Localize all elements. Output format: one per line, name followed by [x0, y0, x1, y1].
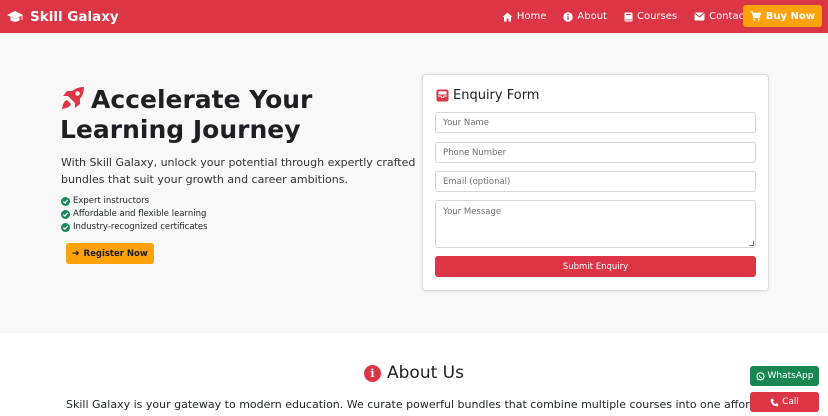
nav-contact[interactable]: Contact	[694, 11, 748, 22]
feature-item: Industry-recognized certificates	[61, 221, 208, 234]
hero-description: With Skill Galaxy, unlock your potential…	[61, 156, 416, 186]
message-textarea[interactable]: Your Message	[435, 200, 756, 248]
feature-item: Expert instructors	[61, 195, 208, 208]
message-placeholder: Your Message	[443, 207, 502, 217]
phone-icon	[770, 398, 779, 406]
feature-label: Expert instructors	[73, 196, 150, 206]
hero-title: Accelerate Your Learning Journey	[60, 85, 400, 145]
feature-label: Affordable and flexible learning	[73, 209, 207, 219]
name-input[interactable]: Your Name	[435, 112, 756, 133]
nav-home-label: Home	[516, 11, 547, 22]
call-label: Call	[782, 397, 799, 407]
graduation-cap-icon	[7, 10, 23, 22]
inbox-icon	[436, 89, 449, 102]
buy-now-button[interactable]: Buy Now	[742, 5, 822, 27]
call-button[interactable]: Call	[750, 392, 819, 412]
hero-title-text: Accelerate Your Learning Journey	[60, 85, 313, 144]
nav-links: Home About Courses Contact	[485, 0, 748, 33]
nav-about[interactable]: About	[563, 11, 607, 22]
arrow-right-icon: ➔	[72, 248, 80, 259]
home-icon	[502, 12, 513, 21]
navbar: Skill Galaxy Home About Courses Contact …	[0, 0, 828, 33]
info-icon	[563, 11, 574, 22]
phone-input[interactable]: Phone Number	[435, 142, 756, 163]
about-text: Skill Galaxy is your gateway to modern e…	[66, 398, 756, 411]
nav-courses[interactable]: Courses	[624, 11, 677, 22]
name-placeholder: Your Name	[443, 117, 489, 128]
resize-handle[interactable]	[749, 241, 754, 246]
about-heading-text: About Us	[387, 363, 464, 383]
brand-name: Skill Galaxy	[30, 8, 119, 25]
buy-now-label: Buy Now	[765, 10, 815, 22]
check-circle-icon	[61, 223, 70, 232]
enquiry-form-title: Enquiry Form	[436, 88, 539, 103]
submit-enquiry-label: Submit Enquiry	[562, 261, 629, 272]
whatsapp-label: WhatsApp	[767, 371, 814, 381]
register-now-button[interactable]: ➔ Register Now	[66, 243, 154, 264]
about-heading: i About Us	[0, 363, 828, 383]
whatsapp-button[interactable]: WhatsApp	[750, 366, 819, 386]
register-now-label: Register Now	[83, 248, 148, 259]
phone-placeholder: Phone Number	[443, 147, 507, 158]
nav-courses-label: Courses	[636, 11, 678, 22]
enquiry-form-card: Enquiry Form Your Name Phone Number Emai…	[422, 74, 769, 291]
brand[interactable]: Skill Galaxy	[6, 0, 119, 33]
enquiry-form-title-text: Enquiry Form	[453, 88, 540, 103]
nav-about-label: About	[577, 11, 607, 22]
envelope-icon	[694, 12, 705, 21]
info-circle-icon: i	[364, 364, 382, 382]
feature-item: Affordable and flexible learning	[61, 208, 208, 221]
feature-label: Industry-recognized certificates	[73, 222, 208, 232]
submit-enquiry-button[interactable]: Submit Enquiry	[435, 256, 756, 277]
email-input[interactable]: Email (optional)	[435, 171, 756, 192]
cart-icon	[750, 11, 761, 21]
check-circle-icon	[61, 197, 70, 206]
whatsapp-icon	[755, 371, 765, 380]
check-circle-icon	[61, 210, 70, 219]
hero-section: Accelerate Your Learning Journey With Sk…	[0, 33, 828, 333]
email-placeholder: Email (optional)	[443, 176, 511, 187]
nav-home[interactable]: Home	[502, 11, 547, 22]
feature-list: Expert instructors Affordable and flexib…	[61, 195, 208, 234]
book-icon	[624, 12, 633, 21]
rocket-icon	[62, 87, 84, 109]
